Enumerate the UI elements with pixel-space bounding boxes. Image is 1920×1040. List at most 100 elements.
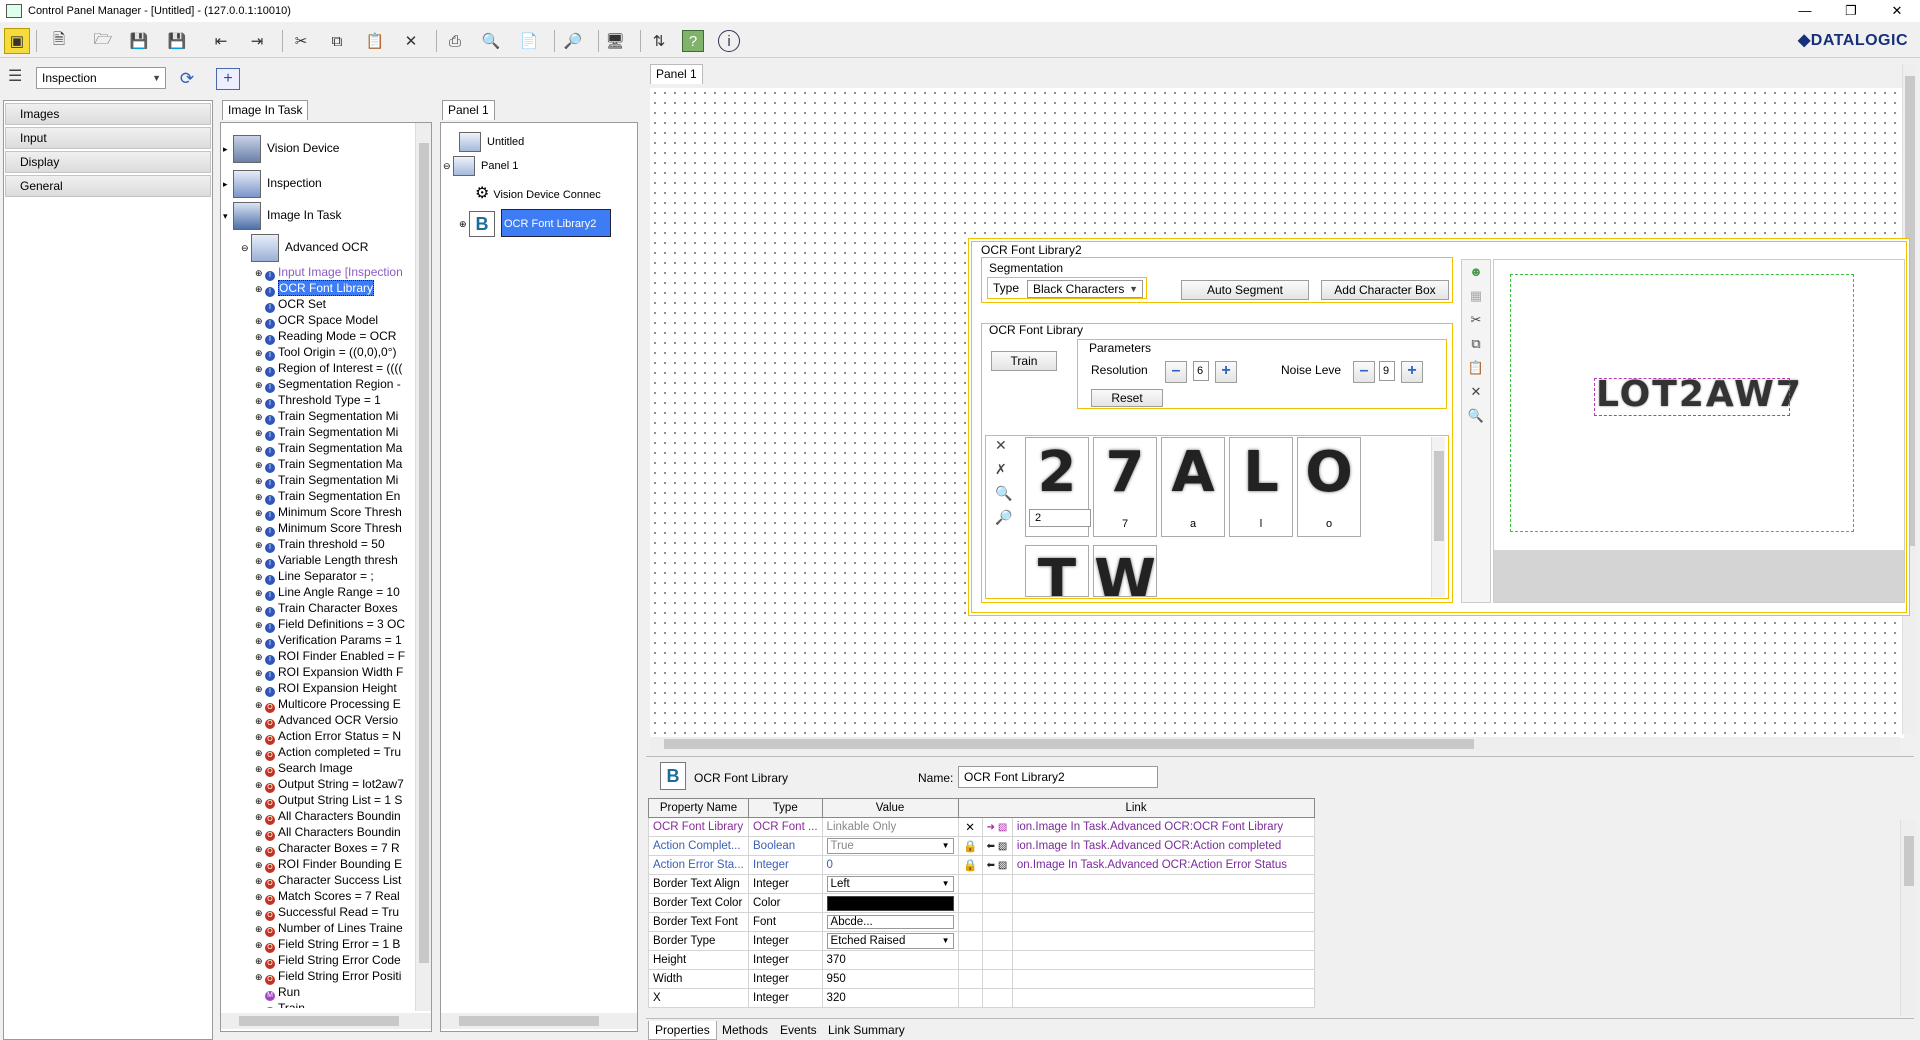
zoom-in-icon[interactable]: 🔍 <box>995 481 1015 505</box>
help-icon[interactable]: ? <box>682 30 704 52</box>
new-doc-icon[interactable]: 🗎 <box>46 28 72 54</box>
tree-node-property[interactable]: ⊕ I ROI Expansion Width F <box>255 664 403 681</box>
glyph-tile[interactable]: Oo <box>1297 437 1361 537</box>
expand-icon[interactable]: ⊕ <box>255 937 265 953</box>
expand-icon[interactable]: ⊕ <box>255 633 265 649</box>
tree-node-property[interactable]: ⊕ O Field String Error Code <box>255 952 401 969</box>
delete-icon[interactable]: ✕ <box>1462 380 1490 404</box>
tree-node-property[interactable]: ⊕ I Train threshold = 50 <box>255 536 385 553</box>
link-in-icon[interactable]: ⬅ ▧ <box>987 841 1008 852</box>
property-link-status[interactable] <box>957 931 983 951</box>
value-select[interactable]: Left ▼ <box>826 876 954 892</box>
expand-icon[interactable]: ⊕ <box>255 681 265 697</box>
tab-canvas-panel-1[interactable]: Panel 1 <box>650 64 703 84</box>
expand-icon[interactable]: ⊕ <box>255 457 265 473</box>
tree-node-property[interactable]: ⊕ I Train Segmentation Mi <box>255 424 398 441</box>
property-link[interactable] <box>1011 912 1315 932</box>
expand-icon[interactable]: ⊕ <box>255 441 265 457</box>
close-button[interactable]: ✕ <box>1874 0 1920 22</box>
tab-panel-1[interactable]: Panel 1 <box>442 100 495 120</box>
tree-node-property[interactable]: ⊕ I Input Image [Inspection <box>255 264 403 281</box>
tree-node-inspection[interactable]: ▸ Inspection <box>223 168 322 198</box>
tree-node-image-in-task[interactable]: ▾ Image In Task <box>223 200 341 230</box>
delete-icon[interactable]: ✕ <box>398 28 424 54</box>
property-link[interactable] <box>1011 969 1315 989</box>
expand-icon[interactable]: ⊕ <box>255 617 265 633</box>
value-select[interactable]: Etched Raised ▼ <box>826 933 954 949</box>
expand-icon[interactable]: ⊕ <box>255 729 265 745</box>
refresh-icon[interactable]: ⟳ <box>176 68 198 90</box>
expand-icon[interactable]: ⊕ <box>255 857 265 873</box>
expand-icon[interactable]: ⊕ <box>255 313 265 329</box>
paste-icon[interactable]: 📋 <box>1462 356 1490 380</box>
tree-view-icon[interactable]: ☰ <box>8 66 32 90</box>
expand-icon[interactable]: ⊕ <box>255 873 265 889</box>
tree-node-property[interactable]: ⊕ O Output String List = 1 S <box>255 792 402 809</box>
property-row[interactable]: Border Text Color Color <box>648 893 1315 913</box>
print-icon[interactable]: ⎙ <box>442 28 468 54</box>
property-value[interactable]: 950 <box>821 969 959 989</box>
noise-increase-button[interactable]: + <box>1401 361 1423 383</box>
panel-tree-hscroll[interactable] <box>441 1013 637 1029</box>
category-display[interactable]: Display <box>5 151 211 173</box>
expand-icon[interactable]: ⊕ <box>255 761 265 777</box>
property-row[interactable]: Border Text Font Font Abcde... <box>648 912 1315 932</box>
expand-icon[interactable]: ⊕ <box>255 953 265 969</box>
property-link[interactable]: on.Image In Task.Advanced OCR:Action Err… <box>1011 855 1315 875</box>
glyph-vscroll[interactable] <box>1431 437 1445 597</box>
grid-icon[interactable]: ▦ <box>1462 284 1490 308</box>
copy-icon[interactable]: ⧉ <box>1462 332 1490 356</box>
glyph-tile[interactable]: Aa <box>1161 437 1225 537</box>
save-all-icon[interactable]: 💾 <box>164 28 190 54</box>
tree-node-property[interactable]: M Run <box>255 984 300 1001</box>
tree-node-property[interactable]: ⊕ O Character Success List <box>255 872 401 889</box>
property-row[interactable]: OCR Font Library OCR Font ... Linkable Onl… <box>648 817 1315 837</box>
tree-node-property[interactable]: ⊕ I Train Segmentation Mi <box>255 408 398 425</box>
tab-methods[interactable]: Methods <box>716 1021 774 1040</box>
tree-node-property[interactable]: ⊕ I Line Separator = ; <box>255 568 374 585</box>
property-link[interactable] <box>1011 950 1315 970</box>
expand-icon[interactable]: ⊕ <box>255 361 265 377</box>
tree-node-panel-1[interactable]: ⊖ Panel 1 <box>443 155 518 177</box>
expand-icon[interactable]: ⊕ <box>255 537 265 553</box>
cut-icon[interactable]: ✂ <box>288 28 314 54</box>
expand-icon[interactable]: ⊕ <box>255 489 265 505</box>
property-row[interactable]: Border Type Integer Etched Raised ▼ <box>648 931 1315 951</box>
property-link-direction[interactable] <box>981 893 1013 913</box>
link-out-icon[interactable]: ➜ ▧ <box>987 822 1008 833</box>
property-link[interactable]: ion.Image In Task.Advanced OCR:OCR Font … <box>1011 817 1315 837</box>
expand-icon[interactable]: ⊕ <box>255 793 265 809</box>
tree-node-property[interactable]: ⊕ O Output String = lot2aw7 <box>255 776 404 793</box>
expand-icon[interactable]: ⊕ <box>255 601 265 617</box>
expand-icon[interactable]: ⊕ <box>255 505 265 521</box>
print-preview-icon[interactable]: 🔍 <box>478 28 504 54</box>
tree-node-property[interactable]: ⊕ O Successful Read = Tru <box>255 904 399 921</box>
expand-icon[interactable]: ⊕ <box>255 921 265 937</box>
open-folder-icon[interactable]: 🗁 <box>90 28 116 54</box>
train-button[interactable]: Train <box>991 351 1057 371</box>
property-link-direction[interactable]: ⬅ ▧ <box>981 855 1013 875</box>
export-icon[interactable]: ⇥ <box>244 28 270 54</box>
expand-icon[interactable]: ⊕ <box>255 345 265 361</box>
canvas-hscroll[interactable] <box>650 737 1900 751</box>
expand-icon[interactable]: ⊕ <box>255 473 265 489</box>
property-value[interactable]: 0 <box>821 855 959 875</box>
property-link-status[interactable] <box>957 893 983 913</box>
property-link[interactable] <box>1011 988 1315 1008</box>
tree-node-untitled[interactable]: Untitled <box>459 131 524 153</box>
tree-node-property[interactable]: ⊕ I Line Angle Range = 10 <box>255 584 400 601</box>
property-value[interactable]: Left ▼ <box>821 874 959 894</box>
tree-node-property[interactable]: ⊕ I Reading Mode = OCR <box>255 328 396 345</box>
property-link-direction[interactable] <box>981 874 1013 894</box>
monitor-select-icon[interactable]: ▣ <box>4 28 30 54</box>
component-name-input[interactable]: OCR Font Library2 <box>958 766 1158 788</box>
property-link-direction[interactable] <box>981 988 1013 1008</box>
expand-icon[interactable]: ⊕ <box>255 697 265 713</box>
property-link-direction[interactable]: ⬅ ▧ <box>981 836 1013 856</box>
type-select[interactable]: Black Characters ▼ <box>1027 280 1143 298</box>
tree-node-property[interactable]: ⊕ O Multicore Processing E <box>255 696 401 713</box>
tree-node-property[interactable]: I OCR Set <box>255 296 326 313</box>
color-swatch[interactable] <box>826 895 954 911</box>
tree-node-property[interactable]: ⊕ I Train Segmentation Ma <box>255 440 402 457</box>
glyph-label-input[interactable]: 2 <box>1029 509 1091 527</box>
